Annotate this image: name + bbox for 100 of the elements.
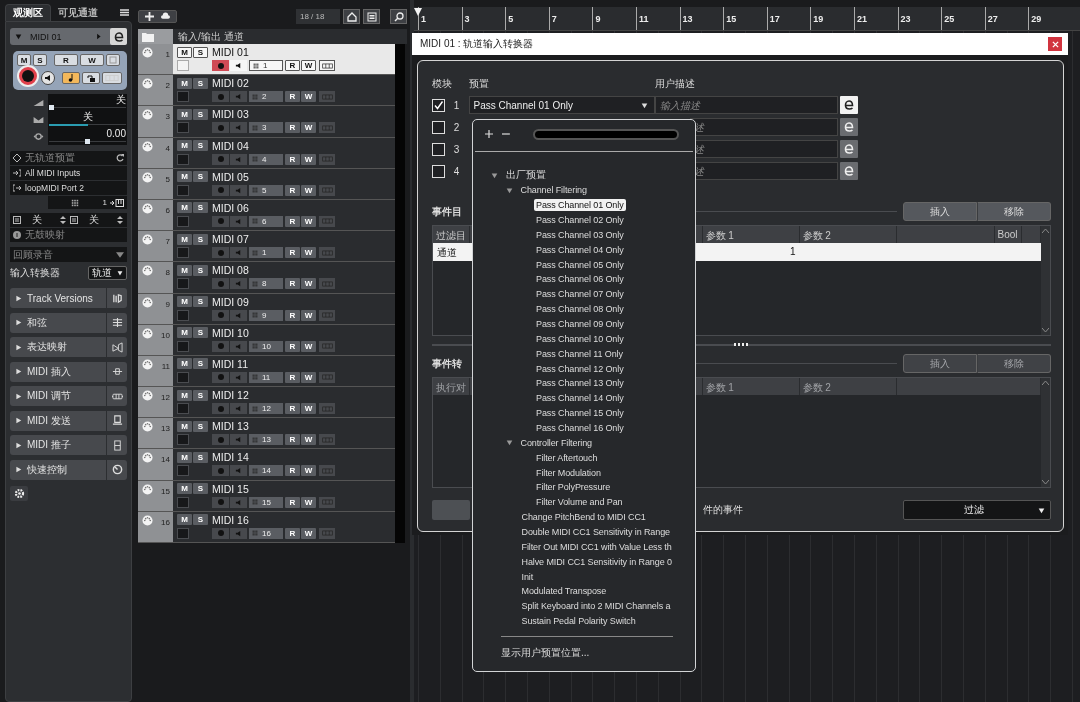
- read-button[interactable]: R: [285, 91, 300, 103]
- solo-button[interactable]: S: [193, 140, 208, 152]
- solo-button[interactable]: S: [193, 514, 208, 526]
- preset-item[interactable]: Change PitchBend to MIDI CC1: [519, 511, 648, 524]
- write-button[interactable]: W: [301, 496, 316, 508]
- read-button[interactable]: R: [285, 153, 300, 165]
- preset-item[interactable]: Channel Filtering: [518, 184, 589, 197]
- collapse-triangle-icon[interactable]: [491, 171, 498, 179]
- preset-item[interactable]: Double MIDI CC1 Sensitivity in Range: [519, 526, 672, 539]
- write-button[interactable]: W: [301, 527, 316, 539]
- solo-button[interactable]: S: [193, 46, 208, 58]
- track-header[interactable]: MIDI 01: [10, 28, 127, 45]
- bank-value[interactable]: 关: [24, 213, 56, 227]
- mute-button[interactable]: M: [177, 358, 192, 370]
- slider-thumb[interactable]: [85, 139, 90, 144]
- preset-item[interactable]: Halve MIDI CC1 Sensitivity in Range 0: [519, 555, 674, 568]
- record-button[interactable]: [17, 65, 39, 87]
- track-toggle[interactable]: [177, 496, 189, 508]
- edit-button[interactable]: [839, 140, 858, 158]
- preset-item[interactable]: Pass Channel 07 Only: [534, 288, 626, 301]
- channel-field[interactable]: 3: [249, 122, 283, 134]
- track-toggle[interactable]: [177, 60, 189, 71]
- solo-button[interactable]: S: [193, 420, 208, 432]
- solo-button[interactable]: S: [193, 327, 208, 339]
- preset-item[interactable]: Filter PolyPressure: [534, 481, 613, 494]
- module-checkbox[interactable]: [431, 98, 445, 112]
- inspector-section[interactable]: 和弦: [10, 312, 127, 333]
- channel-field[interactable]: 5: [249, 184, 283, 196]
- preset-item[interactable]: Pass Channel 04 Only: [534, 243, 626, 256]
- preset-item[interactable]: Sustain Pedal Polarity Switch: [519, 615, 638, 628]
- mute-button[interactable]: M: [177, 140, 192, 152]
- channel-field[interactable]: 9: [249, 309, 283, 321]
- retrospective-record-field[interactable]: 回顾录音: [10, 247, 127, 262]
- solo-button[interactable]: S: [193, 77, 208, 89]
- remove-preset-button[interactable]: [502, 130, 510, 138]
- track-toggle[interactable]: [177, 340, 189, 352]
- preset-item[interactable]: Modulated Transpose: [519, 585, 609, 598]
- inspector-section[interactable]: 快速控制: [10, 459, 127, 480]
- track-toggle[interactable]: [177, 122, 189, 134]
- preset-item[interactable]: Pass Channel 12 Only: [534, 362, 626, 375]
- read-button[interactable]: R: [285, 215, 300, 227]
- module-checkbox[interactable]: [431, 142, 445, 156]
- list-button[interactable]: [363, 9, 380, 24]
- add-preset-button[interactable]: [485, 130, 493, 138]
- lanes-button[interactable]: [319, 60, 335, 71]
- channel-field[interactable]: 14: [249, 465, 283, 477]
- preset-item[interactable]: Controller Filtering: [518, 436, 595, 449]
- lock-button[interactable]: [82, 72, 100, 84]
- read-button[interactable]: R: [285, 278, 300, 290]
- mute-button[interactable]: M: [177, 389, 192, 401]
- track-toggle[interactable]: [177, 247, 189, 259]
- write-button[interactable]: W: [301, 215, 316, 227]
- mute-button[interactable]: M: [177, 514, 192, 526]
- mute-button[interactable]: M: [177, 296, 192, 307]
- solo-button[interactable]: S: [193, 264, 208, 276]
- track-preset-field[interactable]: 无轨道预置: [25, 151, 112, 165]
- channel-field[interactable]: 15: [249, 496, 283, 508]
- inspector-section[interactable]: MIDI 推子: [10, 435, 127, 455]
- write-button[interactable]: W: [80, 54, 104, 66]
- preset-item[interactable]: Split Keyboard into 2 MIDI Channels a: [519, 600, 673, 613]
- preset-item[interactable]: Pass Channel 01 Only: [534, 199, 626, 212]
- preset-dropdown[interactable]: Pass Channel 01 Only: [468, 96, 655, 114]
- channel-field[interactable]: 11: [249, 371, 283, 383]
- track-toggle[interactable]: [177, 91, 189, 103]
- read-button[interactable]: R: [285, 527, 300, 539]
- module-checkbox[interactable]: [431, 164, 445, 178]
- track-toggle[interactable]: [177, 465, 189, 477]
- solo-button[interactable]: S: [193, 233, 208, 245]
- write-button[interactable]: W: [301, 465, 316, 477]
- collapse-triangle-icon[interactable]: [505, 439, 513, 447]
- description-field[interactable]: 输入描述: [654, 96, 838, 114]
- inspector-section[interactable]: Track Versions: [10, 288, 127, 308]
- inspector-section[interactable]: MIDI 插入: [10, 361, 127, 382]
- preset-item[interactable]: Filter Aftertouch: [534, 451, 600, 464]
- visibility-button[interactable]: [343, 9, 360, 24]
- midi-output-field[interactable]: loopMIDI Port 2: [25, 183, 124, 193]
- preset-item[interactable]: Pass Channel 13 Only: [534, 377, 626, 390]
- note-button[interactable]: [62, 72, 80, 84]
- mute-button[interactable]: M: [177, 171, 192, 183]
- solo-button[interactable]: S: [193, 451, 208, 463]
- panel-tab[interactable]: 观测区: [5, 4, 51, 21]
- write-button[interactable]: W: [301, 247, 316, 259]
- input-transformer-dropdown[interactable]: 轨道: [88, 266, 127, 280]
- inspector-section[interactable]: 表达映射: [10, 337, 127, 357]
- channel-field[interactable]: 16: [249, 527, 283, 539]
- read-button[interactable]: R: [285, 60, 300, 71]
- read-button[interactable]: R: [54, 54, 78, 66]
- solo-button[interactable]: S: [193, 296, 208, 307]
- mute-button[interactable]: M: [177, 420, 192, 432]
- solo-button[interactable]: S: [193, 108, 208, 120]
- preset-item[interactable]: Init: [519, 570, 536, 583]
- write-button[interactable]: W: [301, 60, 316, 71]
- slider-thumb[interactable]: [49, 105, 54, 110]
- monitor-button[interactable]: [41, 71, 55, 85]
- solo-button[interactable]: S: [193, 483, 208, 495]
- close-button[interactable]: [1048, 37, 1062, 51]
- fader-slider[interactable]: 0.00: [48, 128, 127, 145]
- lanes-button[interactable]: [102, 72, 122, 84]
- insert-button[interactable]: 插入: [903, 202, 977, 221]
- preset-item[interactable]: Pass Channel 02 Only: [534, 214, 626, 226]
